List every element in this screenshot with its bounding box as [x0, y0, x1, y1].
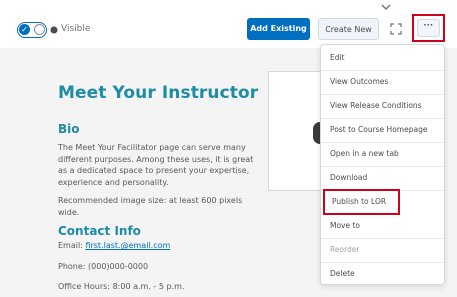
- visibility-toggle[interactable]: ✓: [17, 22, 47, 38]
- menu-item-view-outcomes[interactable]: View Outcomes: [321, 69, 444, 95]
- office-hours-line: Office Hours: 8:00 a.m. - 5 p.m.: [58, 282, 185, 291]
- check-icon: ✓: [19, 24, 30, 35]
- bio-heading: Bio: [58, 122, 80, 136]
- fullscreen-icon[interactable]: [390, 23, 402, 35]
- page-title: Meet Your Instructor: [58, 83, 259, 103]
- create-new-button[interactable]: Create New: [318, 18, 379, 40]
- menu-item-view-release-conditions[interactable]: View Release Conditions: [321, 93, 444, 119]
- menu-item-open-new-tab[interactable]: Open in a new tab: [321, 141, 444, 167]
- actions-dropdown-menu: Edit View Outcomes View Release Conditio…: [320, 44, 445, 285]
- contact-heading: Contact Info: [58, 224, 141, 238]
- toolbar: ✓ Visible Add Existing Create New ···: [0, 0, 457, 48]
- bio-paragraph: The Meet Your Facilitator page can serve…: [58, 143, 254, 187]
- toggle-knob: [34, 24, 45, 35]
- menu-item-reorder: Reorder: [321, 237, 444, 263]
- eye-icon: [50, 26, 58, 34]
- email-line: Email: first.last.@email.com: [58, 241, 170, 250]
- menu-item-delete[interactable]: Delete: [321, 261, 444, 287]
- more-actions-highlight: ···: [412, 14, 445, 42]
- more-actions-button[interactable]: ···: [417, 19, 440, 37]
- chevron-down-icon[interactable]: [381, 4, 391, 11]
- menu-item-post-to-course-homepage[interactable]: Post to Course Homepage: [321, 117, 444, 143]
- email-link[interactable]: first.last.@email.com: [85, 241, 170, 250]
- image-size-note: Recommended image size: at least 600 pix…: [58, 196, 243, 217]
- visibility-label: Visible: [61, 24, 91, 34]
- menu-item-edit[interactable]: Edit: [321, 45, 444, 71]
- add-existing-button[interactable]: Add Existing: [247, 18, 310, 40]
- menu-item-move-to[interactable]: Move to: [321, 213, 444, 239]
- menu-item-publish-to-lor[interactable]: Publish to LOR: [323, 189, 400, 215]
- email-label: Email:: [58, 241, 86, 250]
- image-preview: [268, 71, 328, 191]
- phone-line: Phone: (000)000-0000: [58, 262, 149, 271]
- menu-item-download[interactable]: Download: [321, 165, 444, 191]
